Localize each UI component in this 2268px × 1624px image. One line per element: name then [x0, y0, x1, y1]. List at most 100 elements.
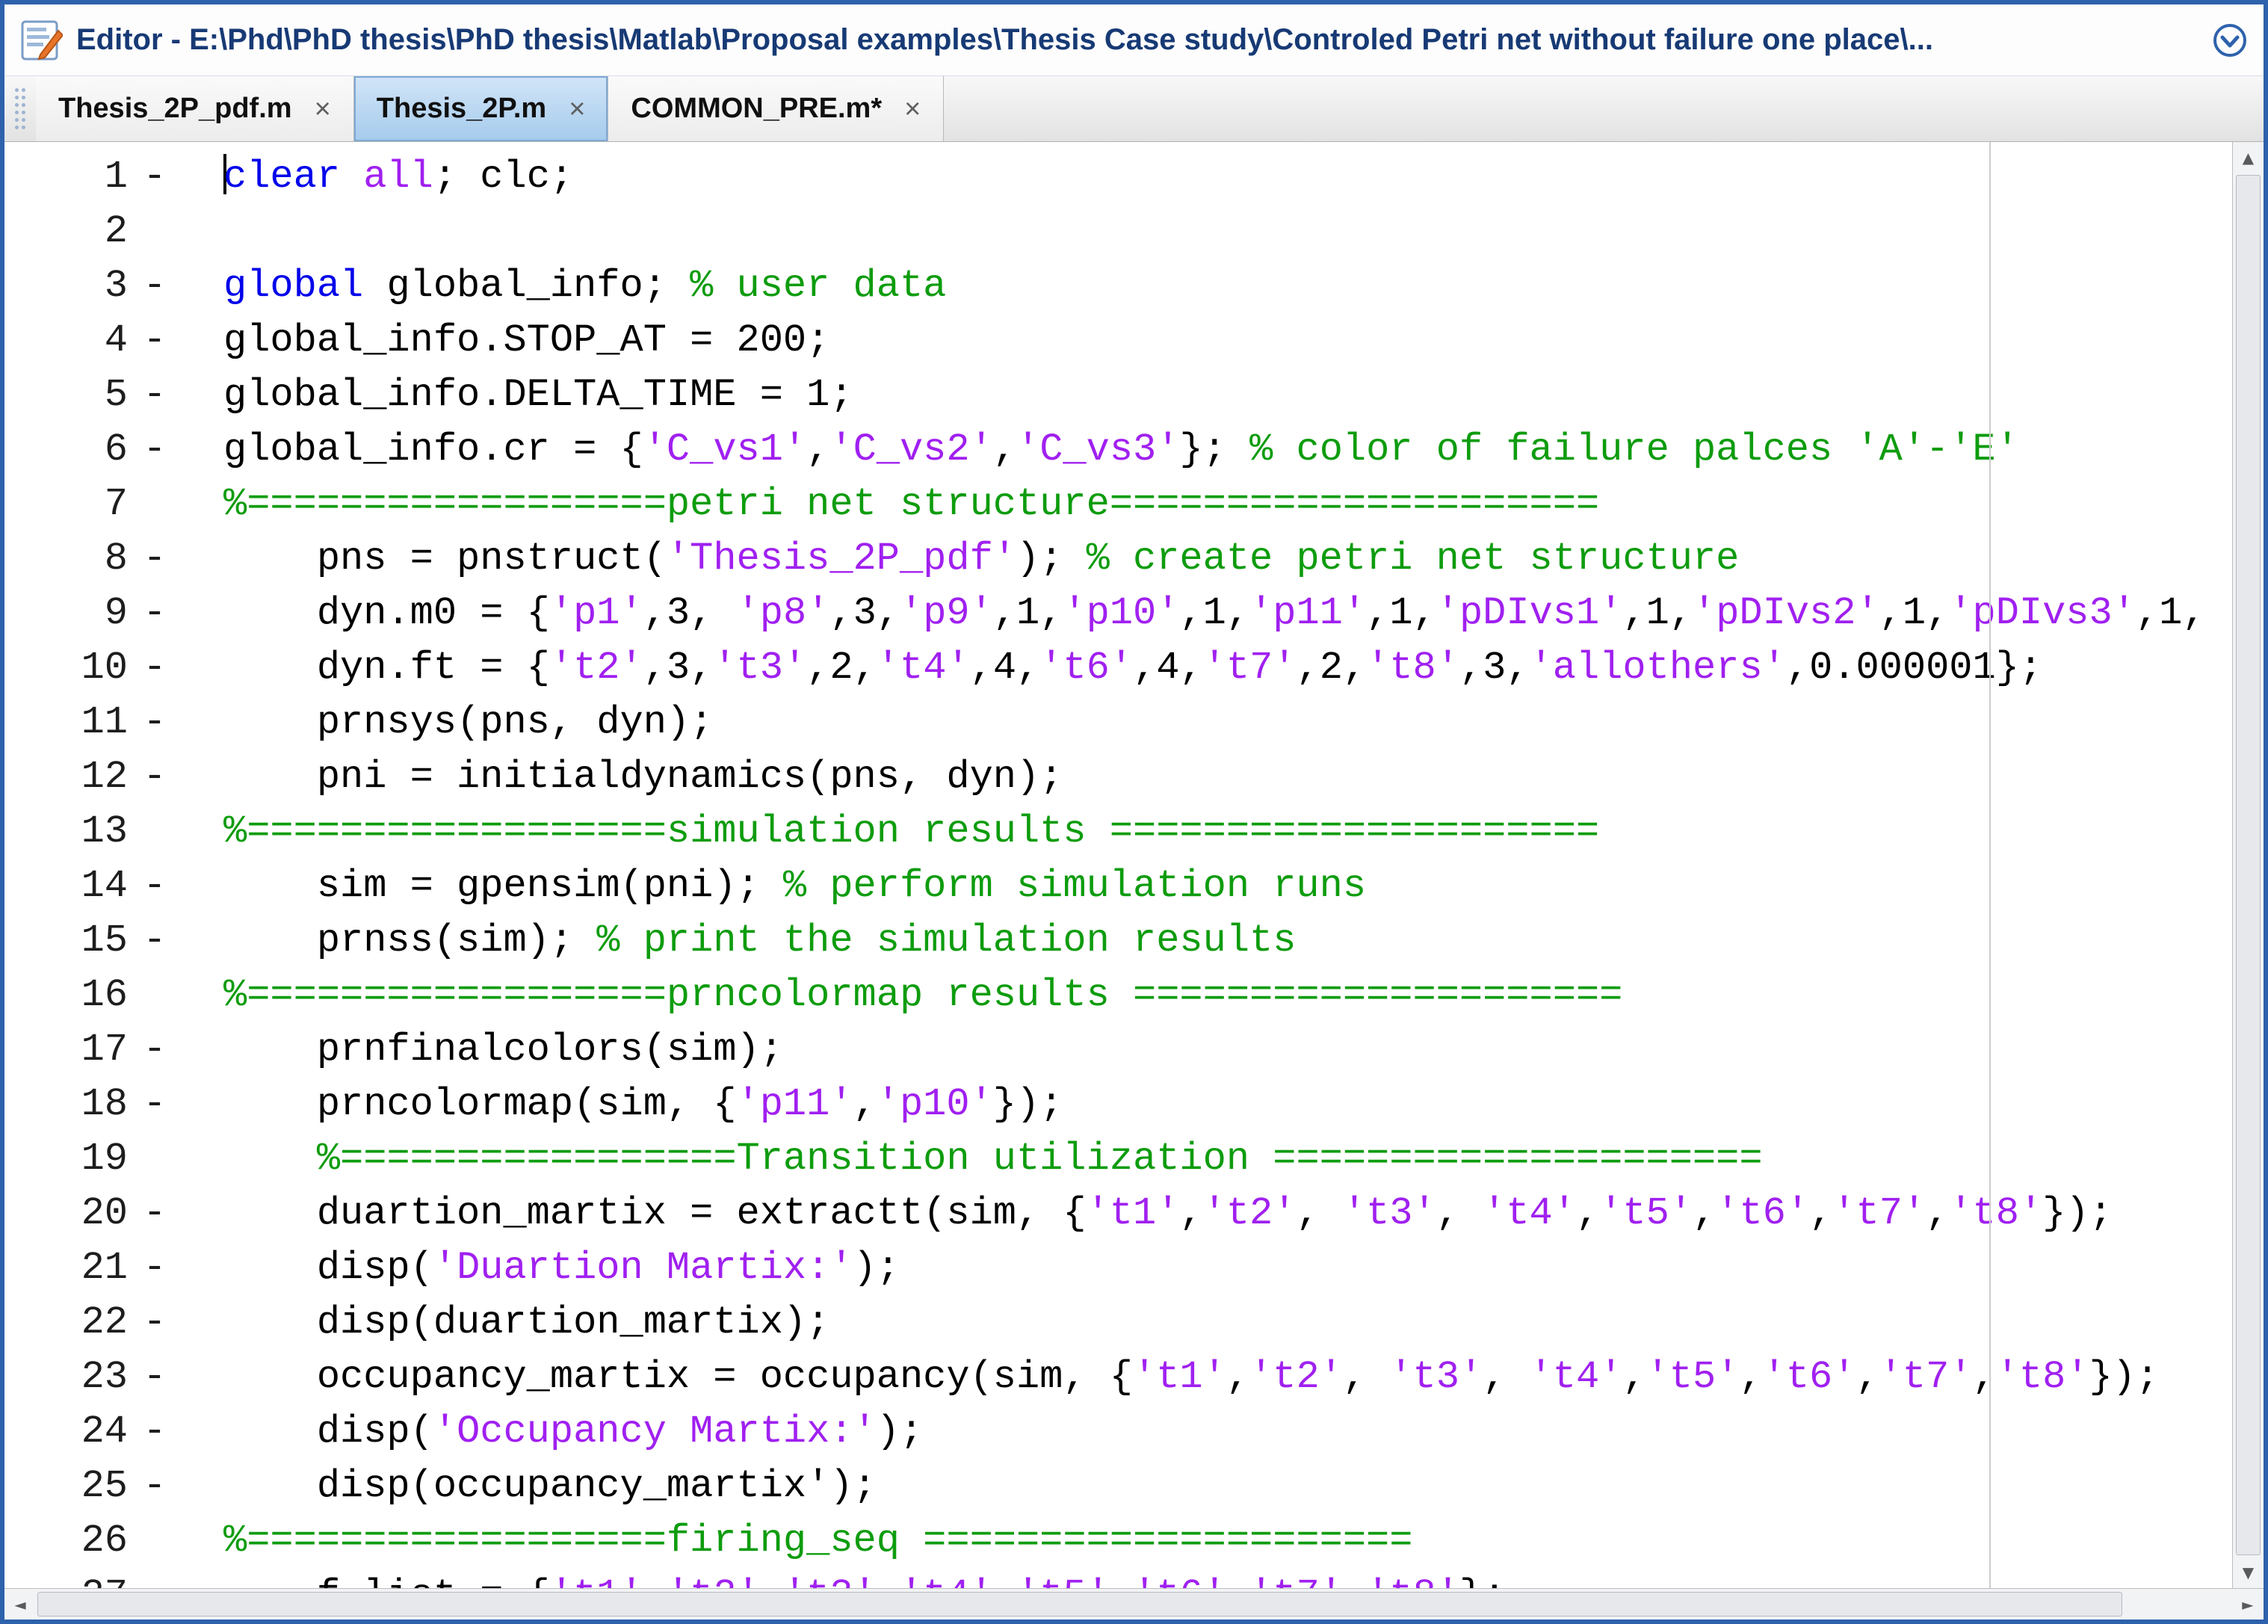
code-text: disp('Duartion Martix:');: [182, 1241, 900, 1295]
line-number: 5: [4, 368, 128, 422]
text-limit-line: [1989, 142, 1991, 1588]
code-text: pni = initialdynamics(pns, dyn);: [182, 750, 1063, 804]
code-line: 19 %=================Transition utilizat…: [4, 1131, 2232, 1186]
horizontal-scrollbar-thumb[interactable]: [37, 1592, 2122, 1617]
code-line: 13%==================simulation results …: [4, 804, 2232, 859]
breakpoint-marker[interactable]: -: [128, 313, 182, 368]
code-line: 17- prnfinalcolors(sim);: [4, 1022, 2232, 1077]
code-text: sim = gpensim(pni); % perform simulation…: [182, 859, 1366, 913]
line-number: 22: [4, 1295, 128, 1350]
breakpoint-marker[interactable]: -: [128, 1022, 182, 1077]
breakpoint-marker: [128, 968, 182, 1022]
breakpoint-marker[interactable]: -: [128, 149, 182, 204]
code-text: f_list = {'t1','t2','t3','t4','t5','t6',…: [182, 1568, 1506, 1588]
line-number: 21: [4, 1241, 128, 1295]
breakpoint-marker[interactable]: -: [128, 1186, 182, 1241]
tab-close-icon[interactable]: ×: [315, 95, 331, 123]
vertical-scrollbar-thumb[interactable]: [2236, 175, 2261, 1555]
tab-label: COMMON_PRE.m*: [631, 93, 882, 125]
tab-thesis-2p-pdf[interactable]: Thesis_2P_pdf.m ×: [36, 76, 354, 141]
code-line: 8- pns = pnstruct('Thesis_2P_pdf'); % cr…: [4, 531, 2232, 586]
line-number: 19: [4, 1131, 128, 1186]
code-text: %==================prncolormap results =…: [182, 968, 1622, 1022]
scroll-down-icon[interactable]: ▼: [2233, 1557, 2264, 1588]
breakpoint-marker[interactable]: -: [128, 368, 182, 422]
code-text: dyn.m0 = {'p1',3, 'p8',3,'p9',1,'p10',1,…: [182, 586, 2206, 640]
line-number: 8: [4, 531, 128, 586]
line-number: 12: [4, 750, 128, 804]
code-text: duartion_martix = extractt(sim, {'t1','t…: [182, 1186, 2113, 1241]
code-line: 9- dyn.m0 = {'p1',3, 'p8',3,'p9',1,'p10'…: [4, 586, 2232, 640]
vertical-scrollbar[interactable]: ▲ ▼: [2232, 142, 2264, 1588]
line-number: 4: [4, 313, 128, 368]
tab-thesis-2p[interactable]: Thesis_2P.m ×: [354, 76, 609, 141]
code-line: 15- prnss(sim); % print the simulation r…: [4, 913, 2232, 968]
line-number: 3: [4, 259, 128, 313]
code-line: 11- prnsys(pns, dyn);: [4, 695, 2232, 750]
line-number: 7: [4, 477, 128, 531]
breakpoint-marker[interactable]: -: [128, 1241, 182, 1295]
breakpoint-marker[interactable]: -: [128, 750, 182, 804]
code-line: 6-global_info.cr = {'C_vs1','C_vs2','C_v…: [4, 422, 2232, 477]
code-line: 21- disp('Duartion Martix:');: [4, 1241, 2232, 1295]
code-text: clear all; clc;: [182, 149, 573, 204]
line-number: 17: [4, 1022, 128, 1077]
tab-label: Thesis_2P.m: [377, 93, 546, 125]
code-editor[interactable]: 1-clear all; clc;23-global global_info; …: [4, 142, 2232, 1588]
breakpoint-marker[interactable]: -: [128, 1404, 182, 1459]
horizontal-scrollbar-track[interactable]: [2124, 1589, 2232, 1620]
code-line: 16%==================prncolormap results…: [4, 968, 2232, 1022]
code-text: prnfinalcolors(sim);: [182, 1022, 783, 1077]
window-title: Editor - E:\Phd\PhD thesis\PhD thesis\Ma…: [76, 23, 2198, 57]
scroll-left-icon[interactable]: ◄: [4, 1589, 36, 1620]
breakpoint-marker[interactable]: -: [128, 1295, 182, 1350]
tab-close-icon[interactable]: ×: [569, 95, 585, 123]
window-actions-icon[interactable]: [2211, 22, 2249, 59]
line-number: 6: [4, 422, 128, 477]
code-text: disp(occupancy_martix');: [182, 1459, 877, 1513]
scroll-up-icon[interactable]: ▲: [2233, 142, 2264, 173]
line-number: 23: [4, 1350, 128, 1404]
code-text: prncolormap(sim, {'p11','p10'});: [182, 1077, 1063, 1131]
breakpoint-marker[interactable]: -: [128, 695, 182, 750]
scroll-right-icon[interactable]: ►: [2232, 1589, 2264, 1620]
code-text: %=================Transition utilization…: [182, 1131, 1763, 1186]
line-number: 1: [4, 149, 128, 204]
breakpoint-marker: [128, 1131, 182, 1186]
code-text: occupancy_martix = occupancy(sim, {'t1',…: [182, 1350, 2159, 1404]
code-text: global_info.cr = {'C_vs1','C_vs2','C_vs3…: [182, 422, 2019, 477]
tab-close-icon[interactable]: ×: [904, 95, 921, 123]
line-number: 14: [4, 859, 128, 913]
code-line: 1-clear all; clc;: [4, 149, 2232, 204]
breakpoint-marker: [128, 804, 182, 859]
code-text: global_info.STOP_AT = 200;: [182, 313, 829, 368]
breakpoint-marker[interactable]: -: [128, 531, 182, 586]
breakpoint-marker[interactable]: -: [128, 1459, 182, 1513]
breakpoint-marker[interactable]: -: [128, 1350, 182, 1404]
code-line: 27 f_list = {'t1','t2','t3','t4','t5','t…: [4, 1568, 2232, 1588]
breakpoint-marker[interactable]: -: [128, 1077, 182, 1131]
code-text: prnsys(pns, dyn);: [182, 695, 713, 750]
code-text: %==================simulation results ==…: [182, 804, 1599, 859]
breakpoint-marker: [128, 204, 182, 259]
code-text: %==================petri net structure==…: [182, 477, 1599, 531]
code-text: global_info.DELTA_TIME = 1;: [182, 368, 853, 422]
breakpoint-marker[interactable]: -: [128, 859, 182, 913]
breakpoint-marker: [128, 1513, 182, 1568]
breakpoint-marker[interactable]: -: [128, 586, 182, 640]
breakpoint-marker[interactable]: -: [128, 422, 182, 477]
breakpoint-marker[interactable]: -: [128, 913, 182, 968]
code-text: disp('Occupancy Martix:');: [182, 1404, 923, 1459]
code-line: 7 %==================petri net structure=…: [4, 477, 2232, 531]
code-text: dyn.ft = {'t2',3,'t3',2,'t4',4,'t6',4,'t…: [182, 640, 2042, 695]
matlab-editor-window: Editor - E:\Phd\PhD thesis\PhD thesis\Ma…: [0, 0, 2268, 1624]
code-text: prnss(sim); % print the simulation resul…: [182, 913, 1296, 968]
line-number: 18: [4, 1077, 128, 1131]
code-line: 22- disp(duartion_martix);: [4, 1295, 2232, 1350]
breakpoint-marker[interactable]: -: [128, 259, 182, 313]
line-number: 20: [4, 1186, 128, 1241]
tabbar-drag-handle[interactable]: [15, 88, 25, 129]
breakpoint-marker[interactable]: -: [128, 640, 182, 695]
horizontal-scrollbar[interactable]: ◄ ►: [4, 1588, 2264, 1620]
tab-common-pre[interactable]: COMMON_PRE.m* ×: [608, 76, 944, 141]
